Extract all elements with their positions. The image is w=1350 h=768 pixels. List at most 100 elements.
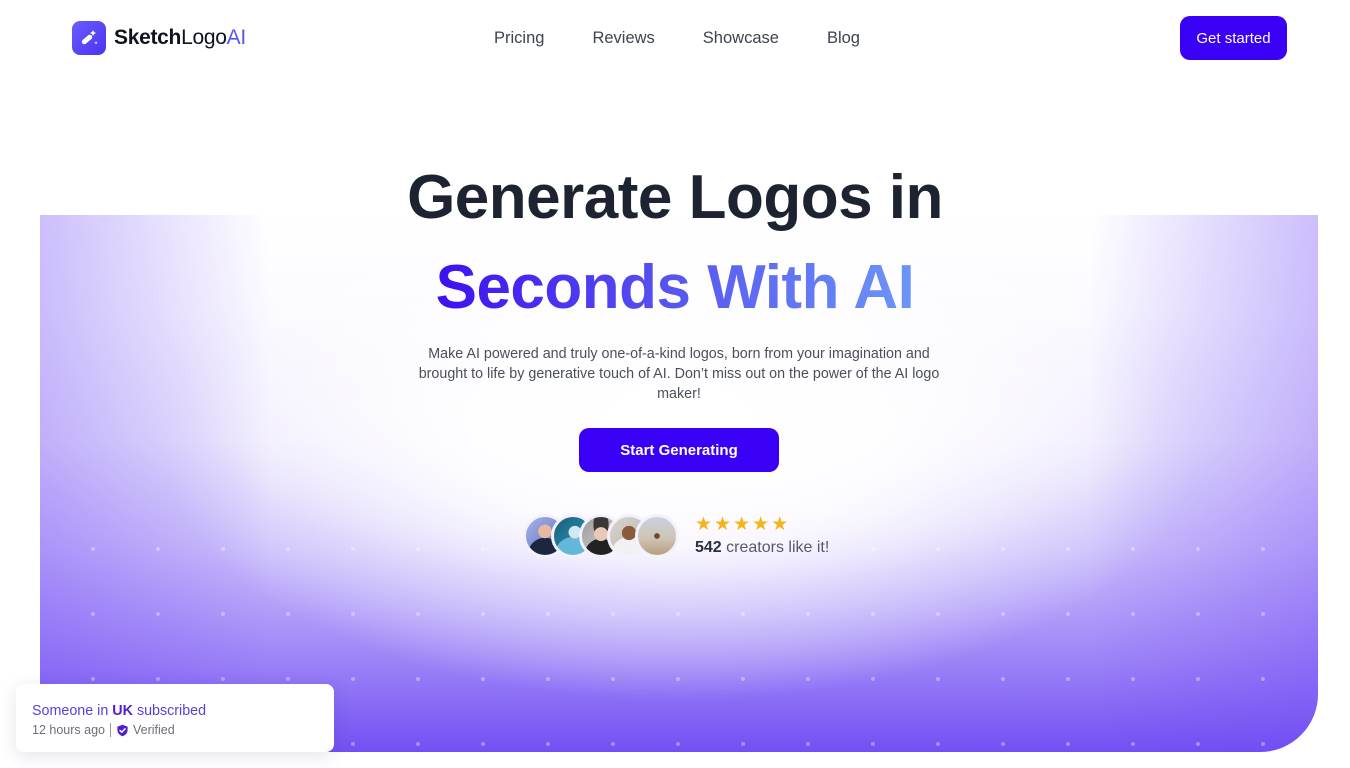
grid-dot <box>286 612 290 616</box>
star-rating: ★ ★ ★ ★ ★ <box>695 515 829 535</box>
grid-dot <box>1196 547 1200 551</box>
grid-dot <box>546 677 550 681</box>
grid-dot <box>1001 612 1005 616</box>
grid-dot <box>91 677 95 681</box>
grid-dot <box>1001 547 1005 551</box>
grid-dot <box>1131 612 1135 616</box>
social-proof: ★ ★ ★ ★ ★ 542 creators like it! <box>523 512 829 560</box>
grid-dot <box>416 677 420 681</box>
grid-dot <box>1261 742 1265 746</box>
star-icon: ★ <box>733 514 751 535</box>
grid-dot <box>221 547 225 551</box>
grid-dot <box>806 677 810 681</box>
start-generating-button[interactable]: Start Generating <box>579 428 779 472</box>
magic-wand-icon <box>72 21 106 55</box>
verified-label: Verified <box>132 723 175 737</box>
hero-subtitle: Make AI powered and truly one-of-a-kind … <box>418 346 940 402</box>
grid-dot <box>221 677 225 681</box>
grid-dot <box>91 612 95 616</box>
grid-dot <box>416 547 420 551</box>
grid-dot <box>1066 742 1070 746</box>
grid-dot <box>1131 547 1135 551</box>
grid-dot <box>481 612 485 616</box>
brand-name: SketchLogoAI <box>114 26 246 49</box>
grid-dot <box>481 742 485 746</box>
grid-dot <box>1001 742 1005 746</box>
grid-dot <box>741 612 745 616</box>
divider <box>109 723 111 737</box>
grid-dot <box>1131 677 1135 681</box>
star-icon: ★ <box>695 514 713 535</box>
creators-count: 542 <box>695 539 722 556</box>
nav-link-blog[interactable]: Blog <box>827 28 860 48</box>
grid-dot <box>871 677 875 681</box>
toast-time: 12 hours ago <box>32 723 105 737</box>
grid-dot <box>1131 742 1135 746</box>
grid-dot <box>611 742 615 746</box>
avatar-group <box>523 514 679 558</box>
nav-link-reviews[interactable]: Reviews <box>592 28 654 48</box>
grid-dot <box>1001 677 1005 681</box>
toast-meta: 12 hours ago Verified <box>32 722 334 738</box>
grid-dot <box>286 677 290 681</box>
grid-dot <box>91 547 95 551</box>
subscription-toast: Someone in UK subscribed 12 hours ago Ve… <box>16 684 334 752</box>
hero-title-line2: Seconds With AI <box>435 253 915 322</box>
nav-link-showcase[interactable]: Showcase <box>703 28 779 48</box>
grid-dot <box>676 612 680 616</box>
site-header: SketchLogoAI Pricing Reviews Showcase Bl… <box>0 0 1350 76</box>
grid-dot <box>416 612 420 616</box>
grid-dot <box>481 547 485 551</box>
star-icon: ★ <box>752 514 770 535</box>
grid-dot <box>416 742 420 746</box>
get-started-button[interactable]: Get started <box>1180 16 1287 60</box>
grid-dot <box>676 677 680 681</box>
grid-dot <box>1196 612 1200 616</box>
grid-dot <box>351 612 355 616</box>
grid-dot <box>481 677 485 681</box>
toast-message: Someone in UK subscribed <box>32 703 207 719</box>
grid-dot <box>871 547 875 551</box>
grid-dot <box>871 612 875 616</box>
grid-dot <box>546 612 550 616</box>
verified-shield-icon <box>116 724 129 737</box>
rating: ★ ★ ★ ★ ★ 542 creators like it! <box>695 515 829 557</box>
grid-dot <box>546 742 550 746</box>
grid-dot <box>936 547 940 551</box>
grid-dot <box>1196 742 1200 746</box>
grid-dot <box>1196 677 1200 681</box>
brand-logo-link[interactable]: SketchLogoAI <box>72 21 246 55</box>
grid-dot <box>611 612 615 616</box>
grid-dot <box>611 677 615 681</box>
grid-dot <box>936 612 940 616</box>
grid-dot <box>806 612 810 616</box>
creators-count-text: 542 creators like it! <box>695 539 830 556</box>
nav-link-pricing[interactable]: Pricing <box>494 28 544 48</box>
grid-dot <box>1261 547 1265 551</box>
grid-dot <box>1066 612 1070 616</box>
grid-dot <box>156 677 160 681</box>
grid-dot <box>1066 547 1070 551</box>
grid-dot <box>351 547 355 551</box>
grid-dot <box>1066 677 1070 681</box>
grid-dot <box>741 677 745 681</box>
grid-dot <box>1261 612 1265 616</box>
grid-dot <box>806 742 810 746</box>
grid-dot <box>871 742 875 746</box>
grid-dot <box>351 677 355 681</box>
grid-dot <box>221 612 225 616</box>
grid-dot <box>1261 677 1265 681</box>
main-nav: Pricing Reviews Showcase Blog <box>494 28 860 48</box>
grid-dot <box>936 677 940 681</box>
star-icon: ★ <box>771 514 789 535</box>
grid-dot <box>156 612 160 616</box>
grid-dot <box>156 547 160 551</box>
star-icon: ★ <box>714 514 732 535</box>
hero-title-line1: Generate Logos in <box>407 163 943 232</box>
grid-dot <box>676 742 680 746</box>
avatar <box>635 514 679 558</box>
grid-dot <box>286 547 290 551</box>
grid-dot <box>936 742 940 746</box>
grid-dot <box>741 742 745 746</box>
grid-dot <box>351 742 355 746</box>
